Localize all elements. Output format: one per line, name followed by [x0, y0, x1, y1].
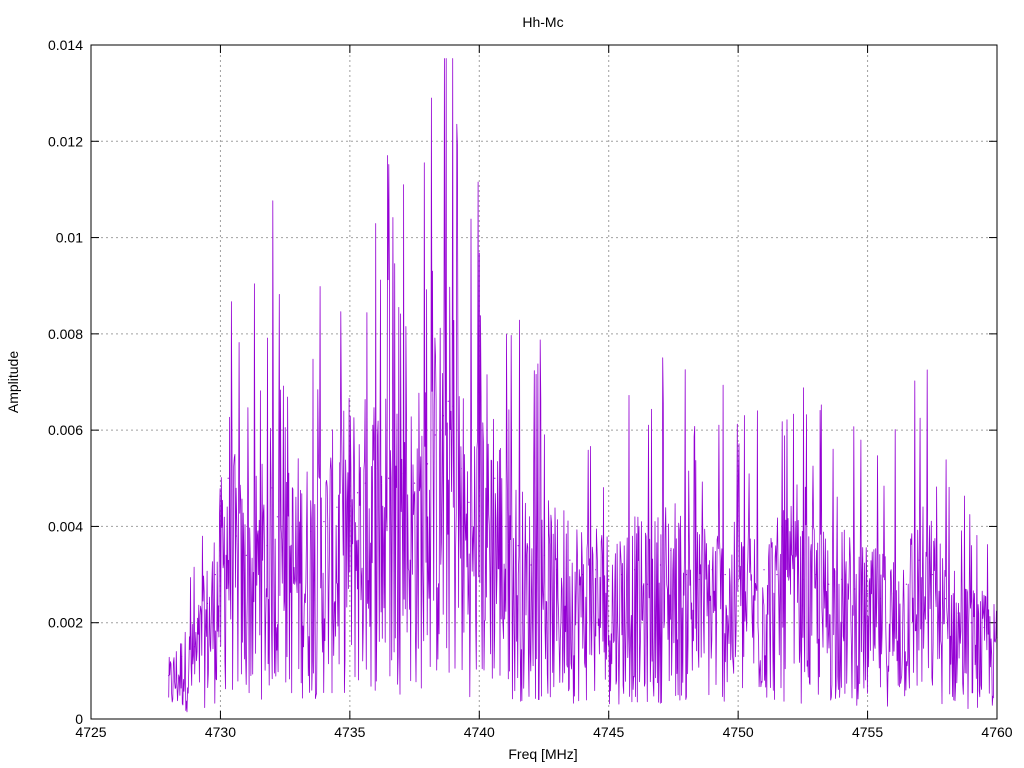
data-point — [364, 482, 366, 484]
data-point — [494, 477, 496, 479]
data-point — [789, 564, 791, 566]
y-tick-label: 0.006 — [48, 422, 83, 438]
x-axis-title: Freq [MHz] — [508, 746, 577, 762]
data-point — [646, 583, 649, 585]
data-point — [685, 573, 687, 576]
data-point — [442, 415, 444, 417]
data-point — [776, 573, 778, 576]
data-point — [486, 458, 488, 460]
data-point — [711, 569, 713, 571]
data-point — [266, 545, 268, 547]
data-point — [460, 468, 462, 470]
data-point — [426, 463, 429, 465]
data-point — [918, 559, 920, 561]
y-tick-label: 0.014 — [48, 37, 83, 53]
data-point — [854, 588, 856, 590]
data-point — [388, 477, 390, 479]
data-point — [670, 549, 672, 552]
y-tick-label: 0.004 — [48, 518, 83, 534]
data-point — [569, 559, 571, 561]
y-axis-title: Amplitude — [5, 351, 21, 413]
data-point — [750, 573, 752, 576]
x-tick-label: 4750 — [723, 724, 754, 740]
data-point — [357, 492, 359, 494]
data-point — [452, 405, 454, 407]
data-point — [866, 593, 869, 595]
y-tick-label: 0.01 — [56, 230, 83, 246]
data-point — [235, 535, 237, 537]
data-point — [214, 573, 216, 576]
data-point — [983, 626, 985, 629]
data-point — [841, 578, 843, 580]
data-point — [931, 573, 933, 576]
data-point — [737, 578, 739, 580]
x-tick-label: 4740 — [464, 724, 495, 740]
series-layer — [168, 58, 998, 713]
data-point — [828, 583, 830, 585]
data-point — [349, 477, 351, 479]
data-point — [206, 602, 209, 605]
data-point — [413, 482, 416, 484]
data-point — [336, 506, 338, 508]
data-point — [297, 525, 299, 528]
data-point — [258, 525, 260, 528]
y-tick-label: 0.008 — [48, 326, 83, 342]
data-point — [879, 598, 882, 600]
data-point — [447, 400, 449, 402]
y-tick-label: 0 — [75, 711, 83, 727]
amplitude-series-line — [168, 58, 998, 713]
data-point — [227, 477, 229, 479]
data-point — [271, 487, 273, 489]
data-point — [892, 593, 895, 595]
data-point — [193, 646, 196, 648]
data-point — [957, 612, 959, 614]
data-point — [323, 521, 325, 523]
data-point — [970, 622, 972, 624]
data-point — [245, 554, 247, 556]
data-point — [582, 573, 584, 576]
data-point — [517, 545, 519, 547]
data-point — [504, 525, 506, 528]
x-tick-label: 4730 — [205, 724, 236, 740]
y-tick-label: 0.012 — [48, 133, 83, 149]
amplitude-chart: 4725 4730 4735 4740 4745 4750 4755 476000.0020.… — [5, 14, 1013, 762]
data-point — [530, 564, 532, 566]
data-point — [595, 569, 597, 571]
data-point — [802, 578, 804, 580]
data-point — [468, 501, 470, 503]
data-point — [944, 598, 946, 600]
x-tick-label: 4755 — [852, 724, 883, 740]
data-point — [905, 583, 908, 585]
data-point — [375, 468, 377, 470]
data-point — [621, 573, 623, 576]
data-point — [659, 564, 662, 566]
data-point — [698, 578, 700, 580]
data-point — [763, 569, 765, 571]
y-tick-label: 0.002 — [48, 615, 83, 631]
data-point — [543, 554, 545, 556]
x-tick-label: 4745 — [593, 724, 624, 740]
data-point — [284, 540, 286, 542]
data-point — [815, 573, 817, 576]
data-point — [168, 675, 170, 677]
data-point — [634, 569, 636, 571]
x-tick-label: 4760 — [981, 724, 1012, 740]
data-point — [181, 655, 183, 658]
data-point — [219, 549, 222, 552]
data-point — [724, 573, 726, 576]
data-point — [556, 569, 558, 571]
data-point — [401, 472, 403, 475]
data-point — [608, 578, 610, 580]
data-point — [310, 530, 312, 532]
data-point — [478, 487, 480, 489]
data-point — [276, 516, 278, 518]
data-point — [434, 434, 436, 436]
x-tick-label: 4735 — [334, 724, 365, 740]
chart-title: Hh-Mc — [522, 14, 563, 30]
